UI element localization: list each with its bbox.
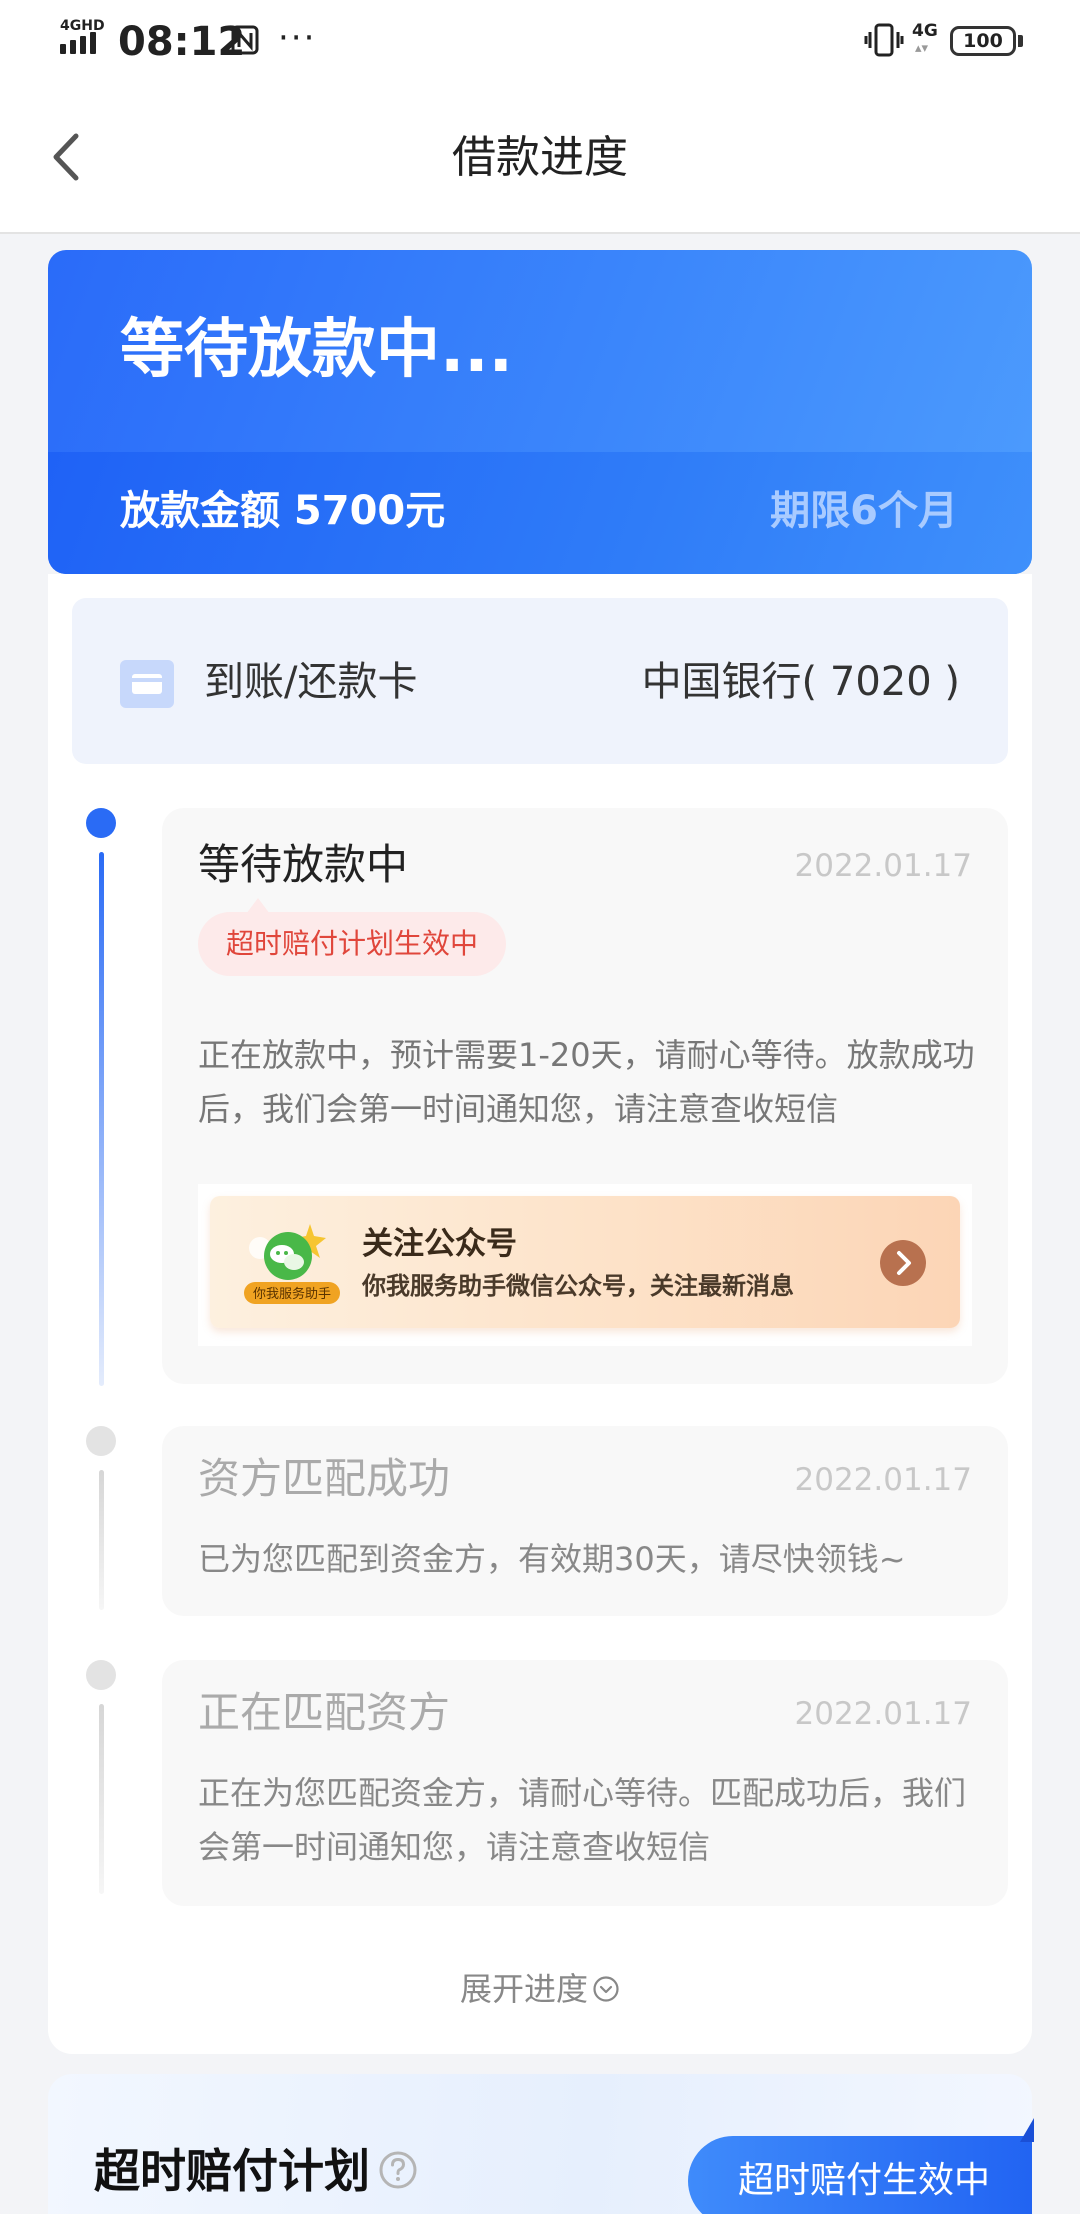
signal-icon (60, 32, 96, 54)
clock: 08:12 (118, 19, 246, 65)
status-bar: 4GHD 08:12 ··· 4G ▴▾ 100 (0, 0, 1080, 80)
loan-term: 期限6个月 (770, 488, 958, 534)
vibrate-icon (864, 23, 904, 57)
step-description: 已为您匹配到资金方，有效期30天，请尽快领钱~ (198, 1540, 906, 1578)
battery-level: 100 (963, 30, 1003, 52)
more-notifications-icon: ··· (278, 18, 317, 58)
navigation-bar: 借款进度 (0, 80, 1080, 234)
step-title: 资方匹配成功 (198, 1454, 451, 1503)
loan-status-title: 等待放款中... (120, 313, 513, 387)
banner-subtitle: 你我服务助手微信公众号，关注最新消息 (362, 1272, 794, 1300)
expand-progress-label: 展开进度 (459, 1970, 588, 2008)
step-description: 正在为您匹配资金方，请耐心等待。匹配成功后，我们会第一时间通知您，请注意查收短信 (198, 1774, 967, 1866)
timeline-dot (86, 1426, 116, 1456)
step-date: 2022.01.17 (794, 848, 973, 884)
chevron-right-icon[interactable] (880, 1240, 926, 1286)
follow-official-account-banner[interactable]: 你我服务助手 关注公众号 你我服务助手微信公众号，关注最新消息 (210, 1196, 960, 1328)
timeline-line-active (99, 852, 104, 1386)
compensation-plan-section: 超时赔付计划 超时赔付生效中 (48, 2074, 1032, 2214)
nfc-icon (231, 25, 259, 55)
compensation-status-button[interactable]: 超时赔付生效中 (688, 2136, 1032, 2214)
bank-account: 中国银行( 7020 ) (641, 659, 960, 705)
battery-tip (1018, 35, 1023, 47)
repayment-card-row: 到账/还款卡 中国银行( 7020 ) (72, 598, 1008, 764)
logo-caption: 你我服务助手 (253, 1286, 331, 1302)
compensation-badge: 超时赔付计划生效中 (198, 912, 507, 976)
ribbon-corner (1020, 2118, 1034, 2142)
mobile-network-label: 4G (912, 21, 938, 41)
banner-title: 关注公众号 (362, 1226, 517, 1262)
timeline-line (99, 1704, 104, 1894)
battery-icon: 100 (950, 26, 1016, 56)
data-arrows-icon: ▴▾ (915, 41, 929, 56)
timeline-line (99, 1470, 104, 1610)
step-description: 正在放款中，预计需要1-20天，请耐心等待。放款成功后，我们会第一时间通知您，请… (198, 1036, 975, 1128)
expand-progress-button[interactable]: 展开进度 (460, 1966, 620, 2012)
bank-card-icon (120, 660, 174, 708)
step-date: 2022.01.17 (794, 1696, 973, 1732)
step-title: 正在匹配资方 (198, 1688, 451, 1737)
timeline-dot-active (86, 808, 116, 838)
timeline-dot (86, 1660, 116, 1690)
wechat-assistant-logo-icon: 你我服务助手 (244, 1224, 340, 1304)
help-question-icon[interactable] (378, 2150, 418, 2190)
page-title: 借款进度 (452, 132, 628, 183)
compensation-title: 超时赔付计划 (94, 2144, 370, 2198)
card-label: 到账/还款卡 (204, 659, 418, 705)
loan-status-card: 等待放款中... 放款金额 5700元 期限6个月 (48, 250, 1032, 574)
step-title: 等待放款中 (198, 840, 409, 889)
loan-amount: 放款金额 5700元 (120, 488, 446, 534)
expand-progress-row: 展开进度 (0, 1966, 1080, 2012)
chevron-down-circle-icon (593, 1976, 619, 2002)
wechat-banner-wrapper: 你我服务助手 关注公众号 你我服务助手微信公众号，关注最新消息 (198, 1184, 972, 1346)
step-date: 2022.01.17 (794, 1462, 973, 1498)
progress-step-matched: 资方匹配成功 2022.01.17 已为您匹配到资金方，有效期30天，请尽快领钱… (162, 1426, 1008, 1616)
progress-step-waiting: 等待放款中 2022.01.17 超时赔付计划生效中 正在放款中，预计需要1-2… (162, 808, 1008, 1384)
progress-step-matching: 正在匹配资方 2022.01.17 正在为您匹配资金方，请耐心等待。匹配成功后，… (162, 1660, 1008, 1906)
